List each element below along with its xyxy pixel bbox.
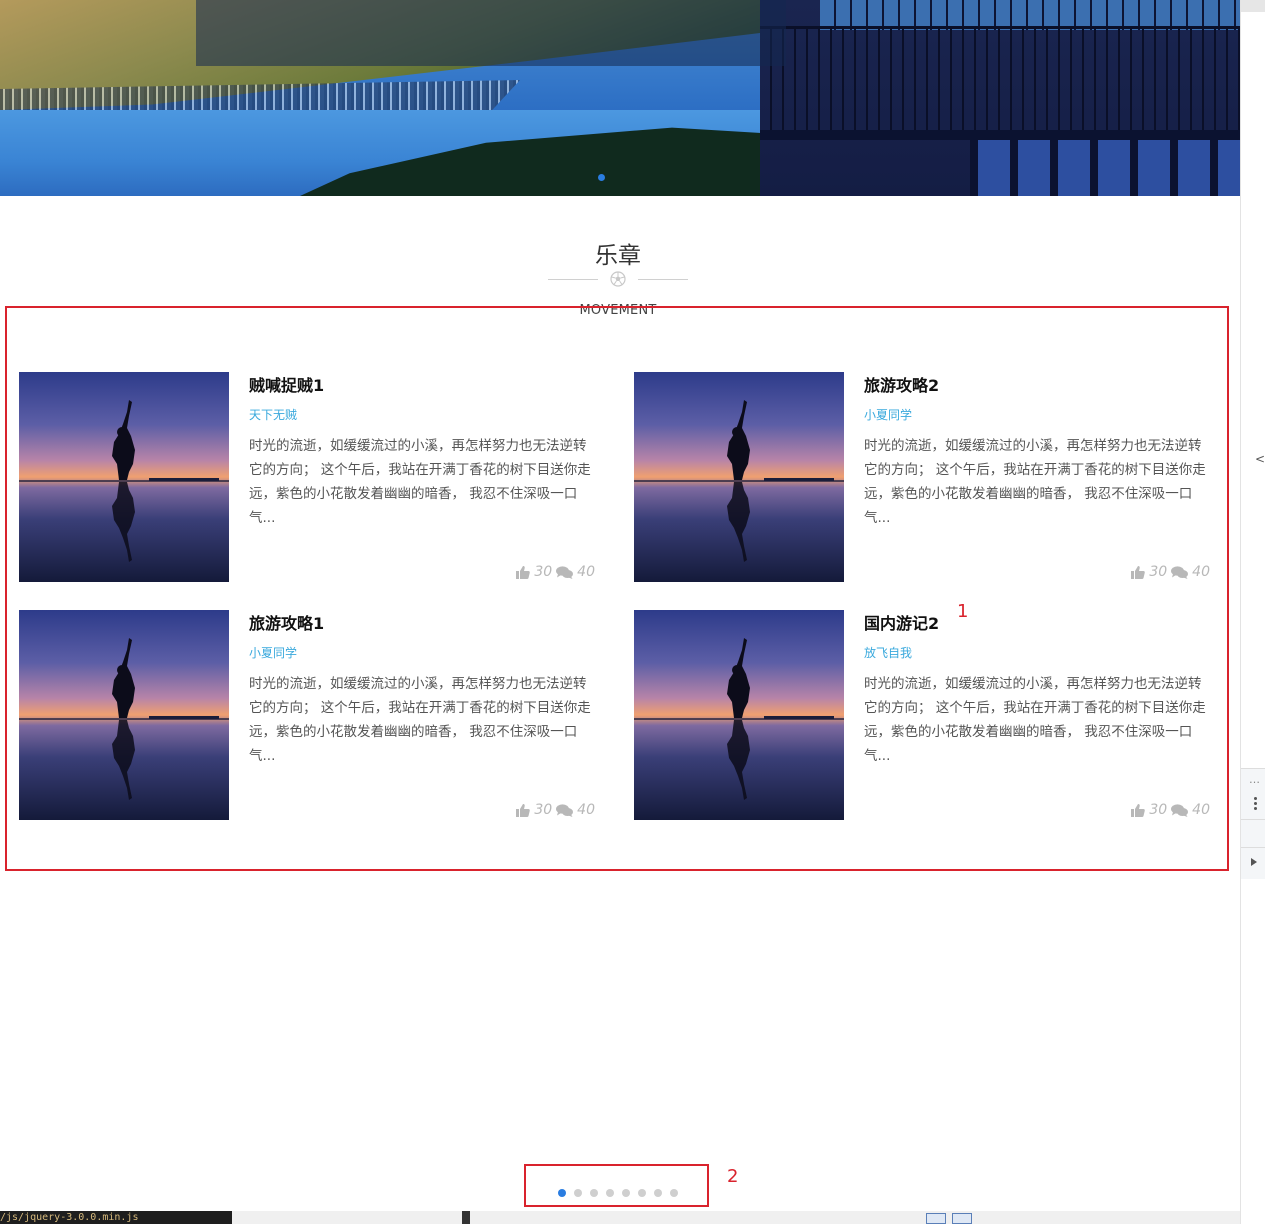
silhouette-image bbox=[19, 400, 229, 562]
section-title: 乐章 bbox=[595, 243, 641, 269]
likes-count: 30 bbox=[1149, 802, 1168, 818]
kebab-menu-icon[interactable] bbox=[1254, 797, 1257, 812]
article-stats: 30 40 bbox=[1131, 802, 1210, 818]
likes-count: 30 bbox=[534, 802, 553, 818]
pagination-dot-8[interactable] bbox=[670, 1189, 678, 1197]
pagination-dots bbox=[558, 1189, 678, 1197]
devtools-panel-controls: … bbox=[1241, 768, 1265, 879]
comments-icon[interactable] bbox=[556, 803, 574, 817]
bottom-taskbar: /js/jquery-3.0.0.min.js bbox=[0, 1211, 1240, 1224]
pagination-dot-4[interactable] bbox=[606, 1189, 614, 1197]
article-thumbnail[interactable] bbox=[19, 372, 229, 582]
article-title[interactable]: 旅游攻略2 bbox=[864, 372, 939, 396]
silhouette-image bbox=[634, 400, 844, 562]
article-card[interactable]: 国内游记2 放飞自我 时光的流逝，如缓缓流过的小溪，再怎样努力也无法逆转它的方向… bbox=[634, 610, 1224, 820]
article-author[interactable]: 小夏同学 bbox=[249, 644, 297, 661]
article-excerpt: 时光的流逝，如缓缓流过的小溪，再怎样努力也无法逆转它的方向； 这个午后，我站在开… bbox=[864, 676, 1206, 764]
devtools-side-strip: </ … bbox=[1240, 0, 1265, 1224]
article-author[interactable]: 天下无贼 bbox=[249, 406, 297, 423]
thumbs-up-icon[interactable] bbox=[1131, 565, 1146, 579]
article-excerpt: 时光的流逝，如缓缓流过的小溪，再怎样努力也无法逆转它的方向； 这个午后，我站在开… bbox=[864, 438, 1206, 526]
article-card[interactable]: 旅游攻略2 小夏同学 时光的流逝，如缓缓流过的小溪，再怎样努力也无法逆转它的方向… bbox=[634, 372, 1224, 582]
banner-indicator-dot[interactable] bbox=[598, 174, 605, 181]
pagination-dot-5[interactable] bbox=[622, 1189, 630, 1197]
code-editor-snippet: /js/jquery-3.0.0.min.js bbox=[0, 1211, 232, 1224]
article-title[interactable]: 贼喊捉贼1 bbox=[249, 372, 324, 396]
article-author[interactable]: 小夏同学 bbox=[864, 406, 912, 423]
soccer-ball-icon bbox=[610, 271, 626, 287]
pagination-dot-3[interactable] bbox=[590, 1189, 598, 1197]
article-thumbnail[interactable] bbox=[634, 610, 844, 820]
comments-count: 40 bbox=[577, 564, 595, 580]
article-title[interactable]: 国内游记2 bbox=[864, 610, 939, 634]
comments-count: 40 bbox=[577, 802, 595, 818]
view-mode-icons bbox=[926, 1213, 972, 1224]
likes-count: 30 bbox=[534, 564, 553, 580]
banner-observation-deck bbox=[760, 0, 1240, 196]
more-icon[interactable]: … bbox=[1249, 773, 1260, 786]
article-excerpt: 时光的流逝，如缓缓流过的小溪，再怎样努力也无法逆转它的方向； 这个午后，我站在开… bbox=[249, 438, 591, 526]
article-excerpt: 时光的流逝，如缓缓流过的小溪，再怎样努力也无法逆转它的方向； 这个午后，我站在开… bbox=[249, 676, 591, 764]
pagination-dot-6[interactable] bbox=[638, 1189, 646, 1197]
pagination-dot-2[interactable] bbox=[574, 1189, 582, 1197]
likes-count: 30 bbox=[1149, 564, 1168, 580]
silhouette-image bbox=[19, 638, 229, 800]
article-stats: 30 40 bbox=[516, 564, 595, 580]
comments-count: 40 bbox=[1192, 802, 1210, 818]
list-view-icon[interactable] bbox=[952, 1213, 972, 1224]
comments-icon[interactable] bbox=[1171, 565, 1189, 579]
comments-icon[interactable] bbox=[556, 565, 574, 579]
title-ornament bbox=[548, 271, 688, 287]
article-card[interactable]: 贼喊捉贼1 天下无贼 时光的流逝，如缓缓流过的小溪，再怎样努力也无法逆转它的方向… bbox=[19, 372, 609, 582]
thumbs-up-icon[interactable] bbox=[516, 565, 531, 579]
annotation-box-2 bbox=[524, 1164, 709, 1207]
comments-count: 40 bbox=[1192, 564, 1210, 580]
article-card[interactable]: 旅游攻略1 小夏同学 时光的流逝，如缓缓流过的小溪，再怎样努力也无法逆转它的方向… bbox=[19, 610, 609, 820]
thumbs-up-icon[interactable] bbox=[516, 803, 531, 817]
pagination-dot-1[interactable] bbox=[558, 1189, 566, 1197]
comments-icon[interactable] bbox=[1171, 803, 1189, 817]
expand-arrow-icon[interactable] bbox=[1251, 858, 1257, 866]
pagination-dot-7[interactable] bbox=[654, 1189, 662, 1197]
article-author[interactable]: 放飞自我 bbox=[864, 644, 912, 661]
hero-banner[interactable] bbox=[0, 0, 1240, 196]
article-thumbnail[interactable] bbox=[19, 610, 229, 820]
article-thumbnail[interactable] bbox=[634, 372, 844, 582]
thumbs-up-icon[interactable] bbox=[1131, 803, 1146, 817]
banner-caption-overlay bbox=[196, 0, 786, 66]
code-bracket-icon[interactable]: </ bbox=[1255, 452, 1265, 466]
annotation-label-2: 2 bbox=[727, 1166, 739, 1187]
silhouette-image bbox=[634, 638, 844, 800]
article-stats: 30 40 bbox=[1131, 564, 1210, 580]
article-title[interactable]: 旅游攻略1 bbox=[249, 610, 324, 634]
grid-view-icon[interactable] bbox=[926, 1213, 946, 1224]
article-stats: 30 40 bbox=[516, 802, 595, 818]
